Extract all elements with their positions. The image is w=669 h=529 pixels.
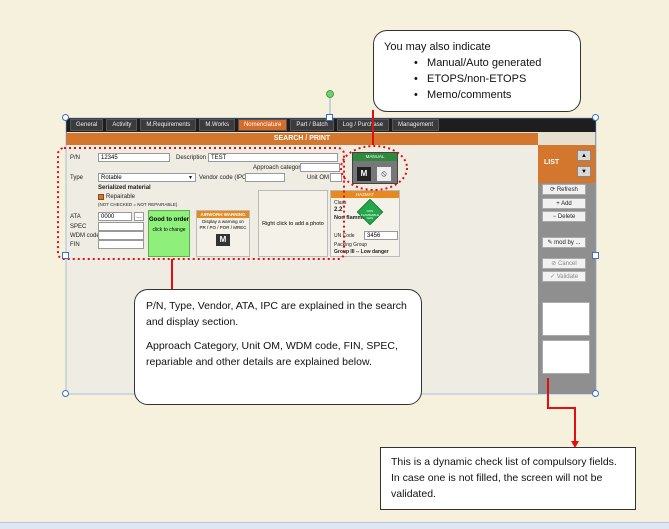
top-callout-item: • Memo/comments (414, 89, 512, 101)
bottom-strip (0, 522, 669, 529)
resize-handle-right[interactable] (592, 252, 599, 259)
resize-handle-bl[interactable] (62, 390, 69, 397)
middle-callout-paragraph-1: P/N, Type, Vendor, ATA, IPC are explaine… (146, 300, 407, 328)
resize-handle-br[interactable] (592, 390, 599, 397)
rotate-handle (326, 90, 334, 98)
page: { "tabs": [ {"label": "General", "active… (0, 0, 669, 529)
resize-handle-left[interactable] (62, 252, 69, 259)
bottom-callout-connector (547, 378, 576, 442)
top-callout-intro: You may also indicate (384, 41, 491, 53)
icons-highlight-outline (340, 145, 408, 191)
top-callout-item: • ETOPS/non-ETOPS (414, 73, 527, 85)
top-callout-item: • Manual/Auto generated (414, 57, 542, 69)
top-callout: You may also indicate • Manual/Auto gene… (373, 30, 581, 112)
resize-handle-tr[interactable] (592, 114, 599, 121)
form-highlight-outline (57, 147, 345, 260)
resize-handle-top[interactable] (326, 114, 333, 121)
middle-callout: P/N, Type, Vendor, ATA, IPC are explaine… (134, 289, 422, 405)
top-callout-item-text: Memo/comments (427, 89, 512, 101)
top-callout-item-text: Manual/Auto generated (427, 57, 542, 69)
top-callout-item-text: ETOPS/non-ETOPS (427, 73, 527, 85)
middle-callout-paragraph-2: Approach Category, Unit OM, WDM code, FI… (146, 340, 398, 368)
resize-handle-tl[interactable] (62, 114, 69, 121)
bottom-note: This is a dynamic check list of compulso… (380, 447, 636, 510)
